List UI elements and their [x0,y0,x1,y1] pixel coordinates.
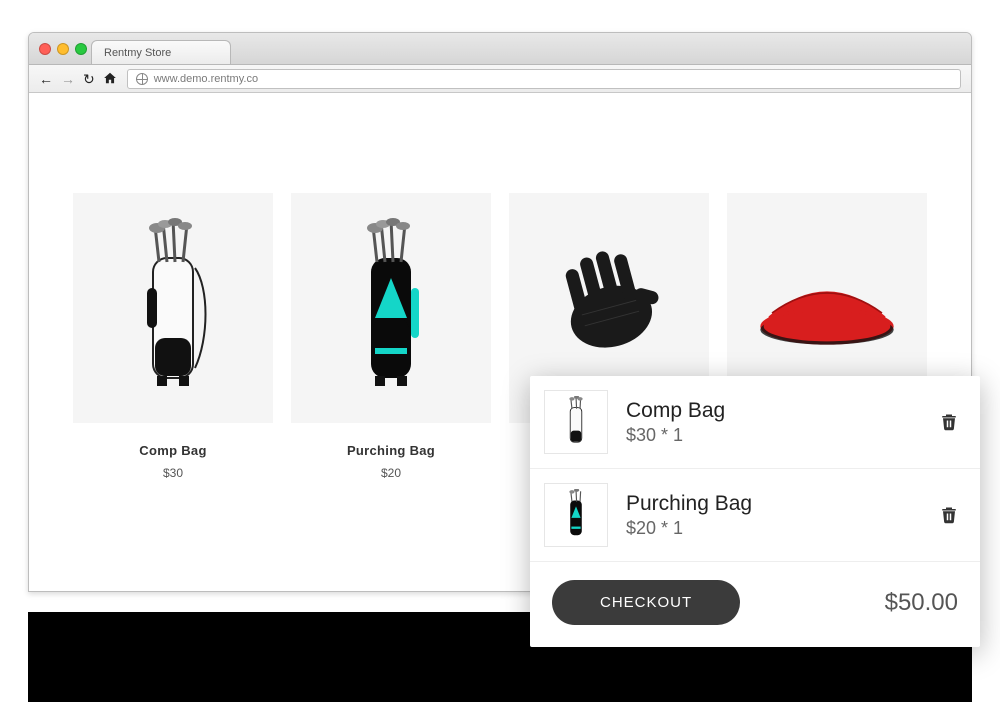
product-price: $20 [291,466,491,480]
maximize-window-button[interactable] [75,43,87,55]
close-window-button[interactable] [39,43,51,55]
trash-icon [940,505,958,525]
address-bar[interactable]: www.demo.rentmy.co [127,69,961,89]
product-illustration [534,242,684,373]
product-illustration [752,258,902,358]
product-thumb-illustration [554,489,598,541]
cart-item-title: Purching Bag [626,492,936,516]
product-card[interactable]: Comp Bag $30 [73,193,273,480]
cart-item-thumb [544,390,608,454]
cart-item-price-line: $30 * 1 [626,425,936,446]
remove-item-button[interactable] [936,408,962,436]
cart-item-info: Comp Bag $30 * 1 [608,399,936,446]
forward-icon[interactable]: → [61,72,75,86]
product-name: Purching Bag [291,443,491,458]
traffic-lights [39,43,87,55]
product-illustration [113,218,233,398]
cart-item-thumb [544,483,608,547]
product-thumb-illustration [554,396,598,448]
browser-toolbar: ← → ↻ www.demo.rentmy.co [29,65,971,93]
cart-item-price-line: $20 * 1 [626,518,936,539]
titlebar: Rentmy Store [29,33,971,65]
cart-item: Comp Bag $30 * 1 [530,376,980,469]
browser-tab[interactable]: Rentmy Store [91,40,231,64]
cart-item-info: Purching Bag $20 * 1 [608,492,936,539]
reload-icon[interactable]: ↻ [83,72,95,86]
globe-icon [136,73,148,85]
url-text: www.demo.rentmy.co [154,73,258,85]
product-illustration [331,218,451,398]
trash-icon [940,412,958,432]
back-icon[interactable]: ← [39,72,53,86]
product-price: $30 [73,466,273,480]
product-image [73,193,273,423]
cart-popover: Comp Bag $30 * 1 Purching Bag $20 * 1 [530,376,980,647]
cart-footer: CHECKOUT $50.00 [530,562,980,629]
cart-item: Purching Bag $20 * 1 [530,469,980,562]
cart-total: $50.00 [885,589,958,617]
checkout-button[interactable]: CHECKOUT [552,580,740,625]
product-image [291,193,491,423]
nav-controls: ← → ↻ [39,71,117,87]
product-card[interactable]: Purching Bag $20 [291,193,491,480]
tab-title: Rentmy Store [104,47,171,59]
product-name: Comp Bag [73,443,273,458]
remove-item-button[interactable] [936,501,962,529]
home-icon[interactable] [103,71,117,87]
cart-item-title: Comp Bag [626,399,936,423]
minimize-window-button[interactable] [57,43,69,55]
